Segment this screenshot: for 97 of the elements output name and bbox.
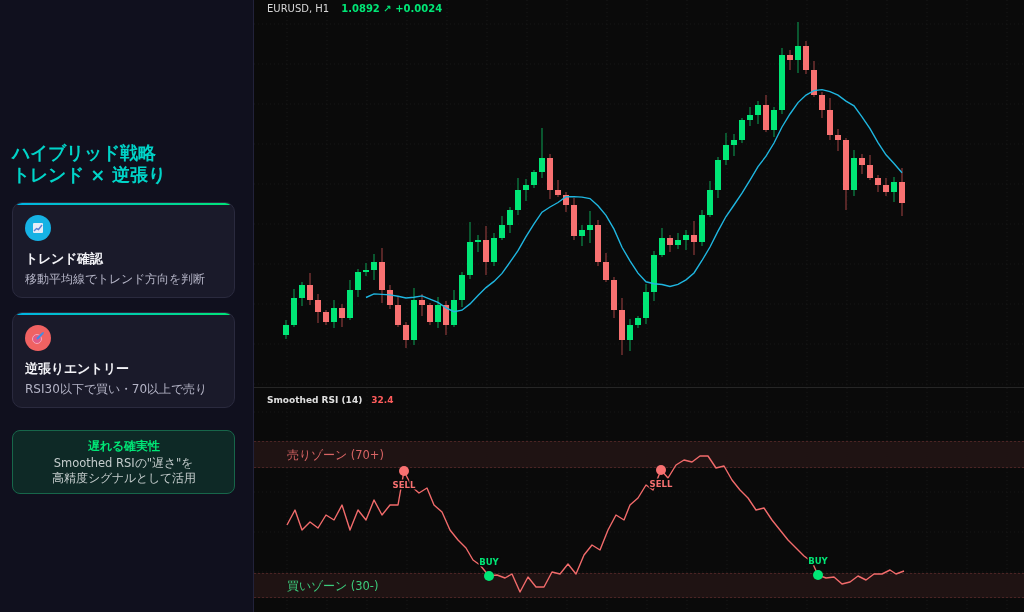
candlestick [579,224,585,247]
indicator-label: Smoothed RSI (14) [267,394,363,406]
signal-label: BUY [479,557,499,567]
highlight-title: 遅れる確実性 [87,438,160,454]
candlestick [835,128,841,152]
candlestick [739,117,745,144]
candlestick [731,133,737,157]
candlestick [811,60,817,98]
candlestick [331,299,337,329]
candlestick [787,49,793,71]
highlight-text: Smoothed RSIの"遅さ"を 高精度シグナルとして活用 [51,456,196,486]
candlestick [683,229,689,251]
candlestick [691,220,697,256]
candlestick [627,318,633,352]
indicator-value: 32.4 [371,394,394,406]
target-icon [25,325,51,351]
candlestick [891,176,897,203]
candlestick [539,127,545,179]
candlestick [723,132,729,166]
signal-dot-icon [656,465,666,475]
candlestick [779,47,785,115]
candlestick [355,268,361,298]
candlestick [323,309,329,326]
candlestick [363,262,369,277]
candlestick [707,180,713,218]
symbol-label: EURUSD, H1 [267,2,330,16]
card-description: 移動平均線でトレンド方向を判断 [25,271,205,287]
candlestick [827,97,833,141]
candlestick [675,232,681,250]
candlestick [803,40,809,75]
candlestick [611,276,617,319]
signal-dot-icon [399,466,409,476]
candlestick [643,283,649,325]
candlestick [699,209,705,247]
candlestick [419,293,425,317]
strategy-title: ハイブリッド戦略 トレンド × 逆張り [12,142,166,186]
signal-dot-icon [484,571,494,581]
candlestick [491,232,497,267]
candlestick [635,315,641,329]
candlestick [507,206,513,234]
candlestick [299,281,305,307]
candlestick [899,167,905,217]
chart-icon [25,215,51,241]
candlestick [467,221,473,280]
candlestick [475,234,481,253]
candlestick [587,210,593,244]
candlestick [755,100,761,125]
candlestick [499,215,505,241]
candlestick [291,288,297,328]
candlestick [403,321,409,349]
candlestick [347,279,353,321]
candlestick [435,296,441,329]
candlestick [715,156,721,199]
candlestick [459,271,465,308]
candlestick [571,197,577,241]
signal-dot-icon [813,570,823,580]
candlestick [603,252,609,283]
candlestick [819,91,825,119]
candlestick [667,234,673,253]
candlestick [395,295,401,328]
candlestick [339,303,345,328]
candlestick [515,177,521,216]
candlestick [851,149,857,197]
candlestick [563,191,569,213]
candlestick [531,169,537,189]
candlestick [523,178,529,202]
candlestick [379,247,385,304]
candlestick [883,177,889,197]
candlestick [307,272,313,306]
candlestick [283,319,289,340]
candlestick [555,179,561,198]
candlestick [483,225,489,276]
candlestick [763,94,769,133]
candlestick [875,174,881,193]
candlestick [867,154,873,181]
candlestick [387,284,393,310]
zone-label: 売りゾーン (70+) [287,447,384,462]
candlestick [651,250,657,302]
candlestick [315,293,321,324]
candlestick [451,289,457,328]
candlestick [747,106,753,127]
candlestick [427,302,433,326]
card-title: トレンド確認 [25,250,103,268]
candlestick [771,106,777,138]
price-quote: 1.0892 ↗ +0.0024 [341,2,443,16]
card-title: 逆張りエントリー [25,360,129,378]
candlestick [659,227,665,258]
candlestick [371,253,377,281]
candlestick [795,21,801,74]
card-description: RSI30以下で買い・70以上で売り [25,381,208,397]
zone-label: 買いゾーン (30-) [287,578,379,593]
candlestick [619,297,625,356]
candlestick [443,300,449,336]
candlestick [547,153,553,200]
candlestick [595,219,601,267]
candlestick [859,153,865,175]
candlestick [411,287,417,346]
